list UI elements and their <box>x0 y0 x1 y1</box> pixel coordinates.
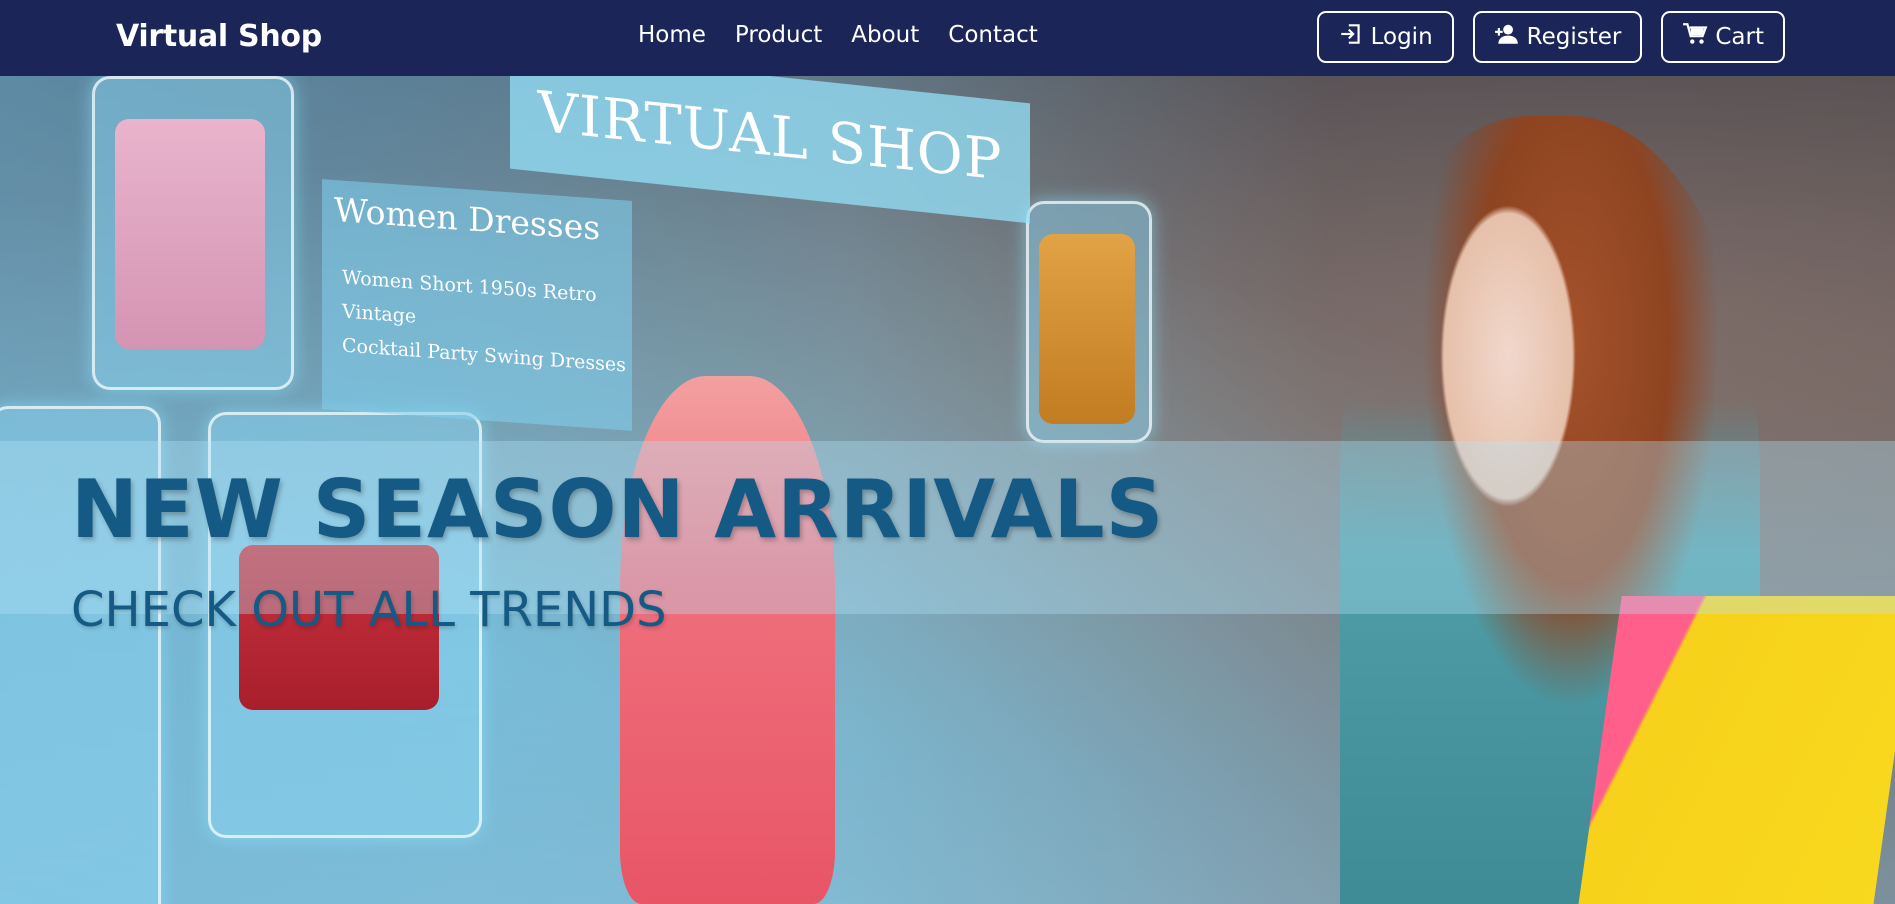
cart-button[interactable]: Cart <box>1661 11 1785 63</box>
dress-panel-description: Women Short 1950s Retro Vintage Cocktail… <box>342 261 632 383</box>
nav-home-link[interactable]: Home <box>638 22 706 48</box>
nav-product-link[interactable]: Product <box>735 22 822 48</box>
hero-subtitle: CHECK OUT ALL TRENDS <box>71 582 667 638</box>
women-dresses-panel: Women Dresses Women Short 1950s Retro Vi… <box>322 179 632 431</box>
shopping-bags-image <box>1578 596 1895 904</box>
nav-actions: Login Register Cart <box>1316 11 1785 63</box>
login-label: Login <box>1370 24 1433 50</box>
jacket-display-orange <box>1026 201 1152 443</box>
register-label: Register <box>1526 24 1622 50</box>
cart-icon <box>1682 21 1708 53</box>
register-button[interactable]: Register <box>1472 11 1643 63</box>
login-button[interactable]: Login <box>1316 11 1454 63</box>
cart-label: Cart <box>1715 24 1764 50</box>
nav-contact-link[interactable]: Contact <box>948 22 1037 48</box>
brand-logo[interactable]: Virtual Shop <box>116 19 322 54</box>
jacket-display-pink <box>92 76 294 390</box>
dress-panel-title: Women Dresses <box>334 190 601 248</box>
nav-about-link[interactable]: About <box>851 22 919 48</box>
login-icon <box>1338 21 1364 53</box>
sign-text: VIRTUAL SHOP <box>537 79 1003 193</box>
user-plus-icon <box>1494 21 1520 53</box>
pink-blazer-image <box>115 119 265 349</box>
top-navbar: Virtual Shop Home Product About Contact … <box>0 0 1895 76</box>
hero-title: NEW SEASON ARRIVALS <box>71 463 1165 556</box>
nav-links: Home Product About Contact <box>638 22 1038 48</box>
orange-blazer-image <box>1039 234 1135 424</box>
